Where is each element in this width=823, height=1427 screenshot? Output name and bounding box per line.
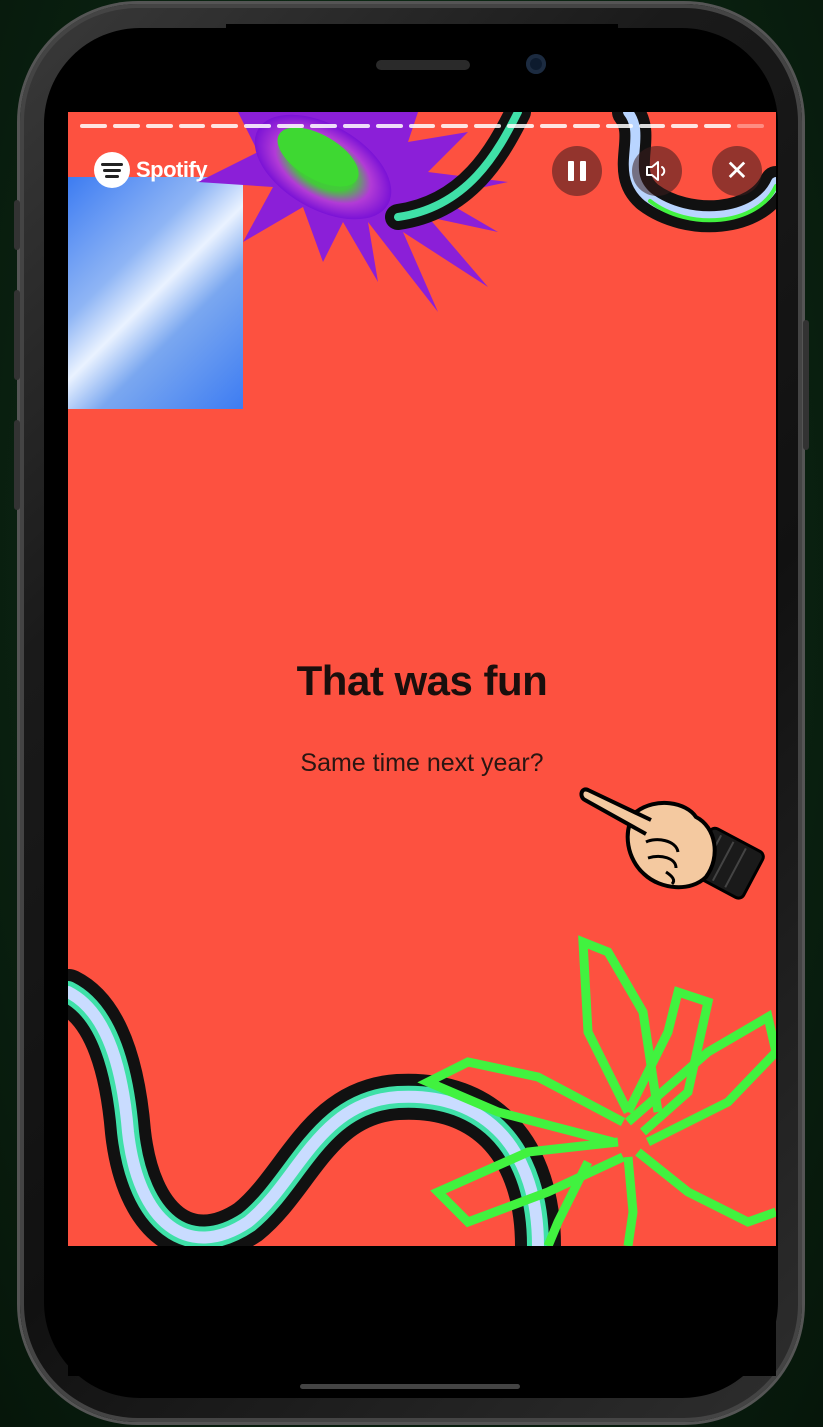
story-title: That was fun (296, 657, 548, 704)
speaker-grille (376, 60, 470, 70)
progress-segment (572, 124, 600, 128)
progress-segment (244, 124, 272, 128)
progress-segment (540, 124, 567, 128)
progress-segment (408, 124, 436, 128)
story-screen[interactable]: Spotify ✕ That was fun Same time next ye… (68, 112, 776, 1246)
pause-icon (568, 161, 586, 181)
home-indicator[interactable] (300, 1384, 520, 1389)
bottom-black-bar (68, 1246, 776, 1376)
progress-segment (474, 124, 502, 128)
spotify-icon (94, 152, 130, 188)
progress-segment (704, 124, 732, 128)
progress-segment (277, 124, 305, 128)
progress-segment (112, 124, 140, 128)
bottom-wave (68, 969, 561, 1246)
progress-segment (671, 124, 699, 128)
progress-segment (211, 124, 239, 128)
pause-button[interactable] (552, 146, 602, 196)
pointing-hand-icon (579, 787, 765, 900)
progress-segment (145, 124, 173, 128)
side-button (14, 200, 20, 250)
spotify-logo: Spotify (94, 152, 208, 188)
power-button (803, 320, 809, 450)
volume-down-button (14, 420, 20, 510)
volume-up-button (14, 290, 20, 380)
progress-segment (638, 124, 666, 128)
front-camera (526, 54, 546, 74)
volume-button[interactable] (632, 146, 682, 196)
spotify-wordmark: Spotify (136, 157, 208, 182)
volume-icon (646, 161, 666, 181)
progress-segment (605, 124, 633, 128)
progress-segment (375, 124, 403, 128)
phone-notch (226, 24, 618, 98)
progress-segment (441, 124, 469, 128)
progress-segment (507, 124, 535, 128)
progress-segment (342, 124, 370, 128)
close-button[interactable]: ✕ (712, 146, 762, 196)
story-progress-bar (80, 124, 765, 128)
progress-segment (737, 124, 765, 128)
progress-segment (310, 124, 337, 128)
progress-segment (178, 124, 206, 128)
progress-segment (80, 124, 107, 128)
purple-burst-shape (198, 112, 508, 312)
close-icon: ✕ (725, 154, 749, 187)
